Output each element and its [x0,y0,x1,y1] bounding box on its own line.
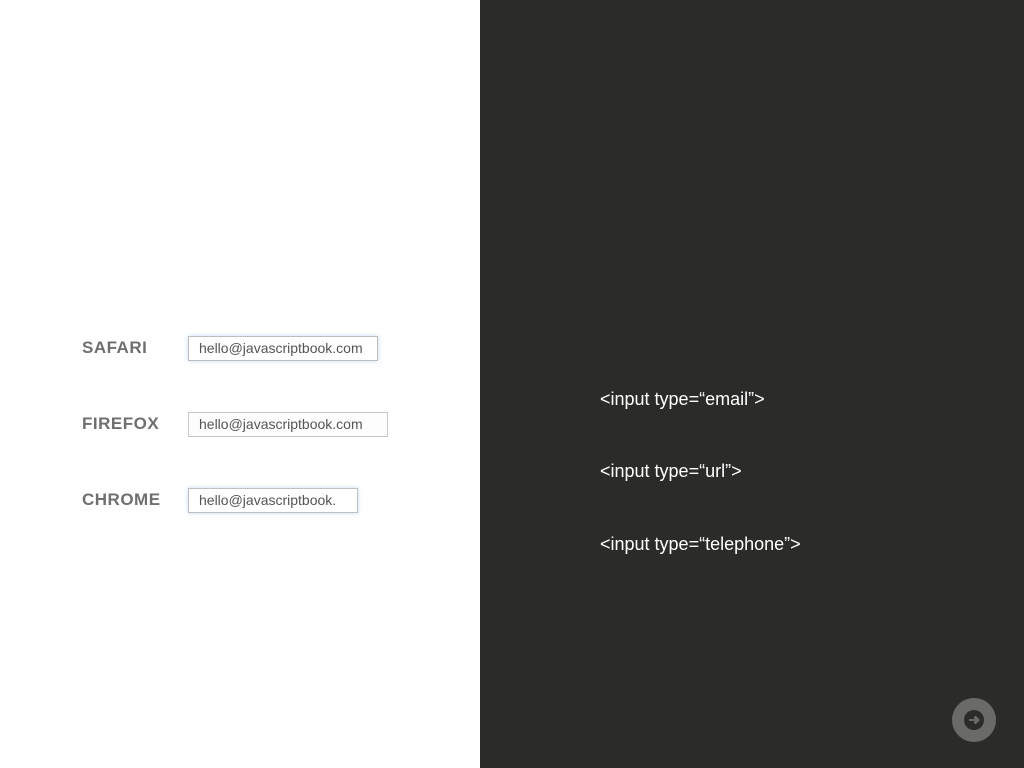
browser-row-firefox: FIREFOX hello@javascriptbook.com [82,410,480,438]
browser-label-safari: SAFARI [82,338,188,358]
code-line: <input type=“url”> [600,459,1024,483]
next-button[interactable] [952,698,996,742]
browser-label-firefox: FIREFOX [82,414,188,434]
left-panel: SAFARI hello@javascriptbook.com FIREFOX … [0,0,480,768]
code-block: <input type=“email”> <input type=“url”> … [600,338,1024,605]
slide: SAFARI hello@javascriptbook.com FIREFOX … [0,0,1024,768]
browser-label-chrome: CHROME [82,490,188,510]
code-line: <input type=“telephone”> [600,532,1024,556]
browser-row-safari: SAFARI hello@javascriptbook.com [82,334,480,362]
input-preview-chrome: hello@javascriptbook. [188,488,358,513]
right-panel: <input type=“email”> <input type=“url”> … [480,0,1024,768]
input-preview-firefox: hello@javascriptbook.com [188,412,388,437]
browser-row-chrome: CHROME hello@javascriptbook. [82,486,480,514]
arrow-right-circle-icon [962,708,986,732]
code-line: <input type=“email”> [600,387,1024,411]
input-preview-safari: hello@javascriptbook.com [188,336,378,361]
